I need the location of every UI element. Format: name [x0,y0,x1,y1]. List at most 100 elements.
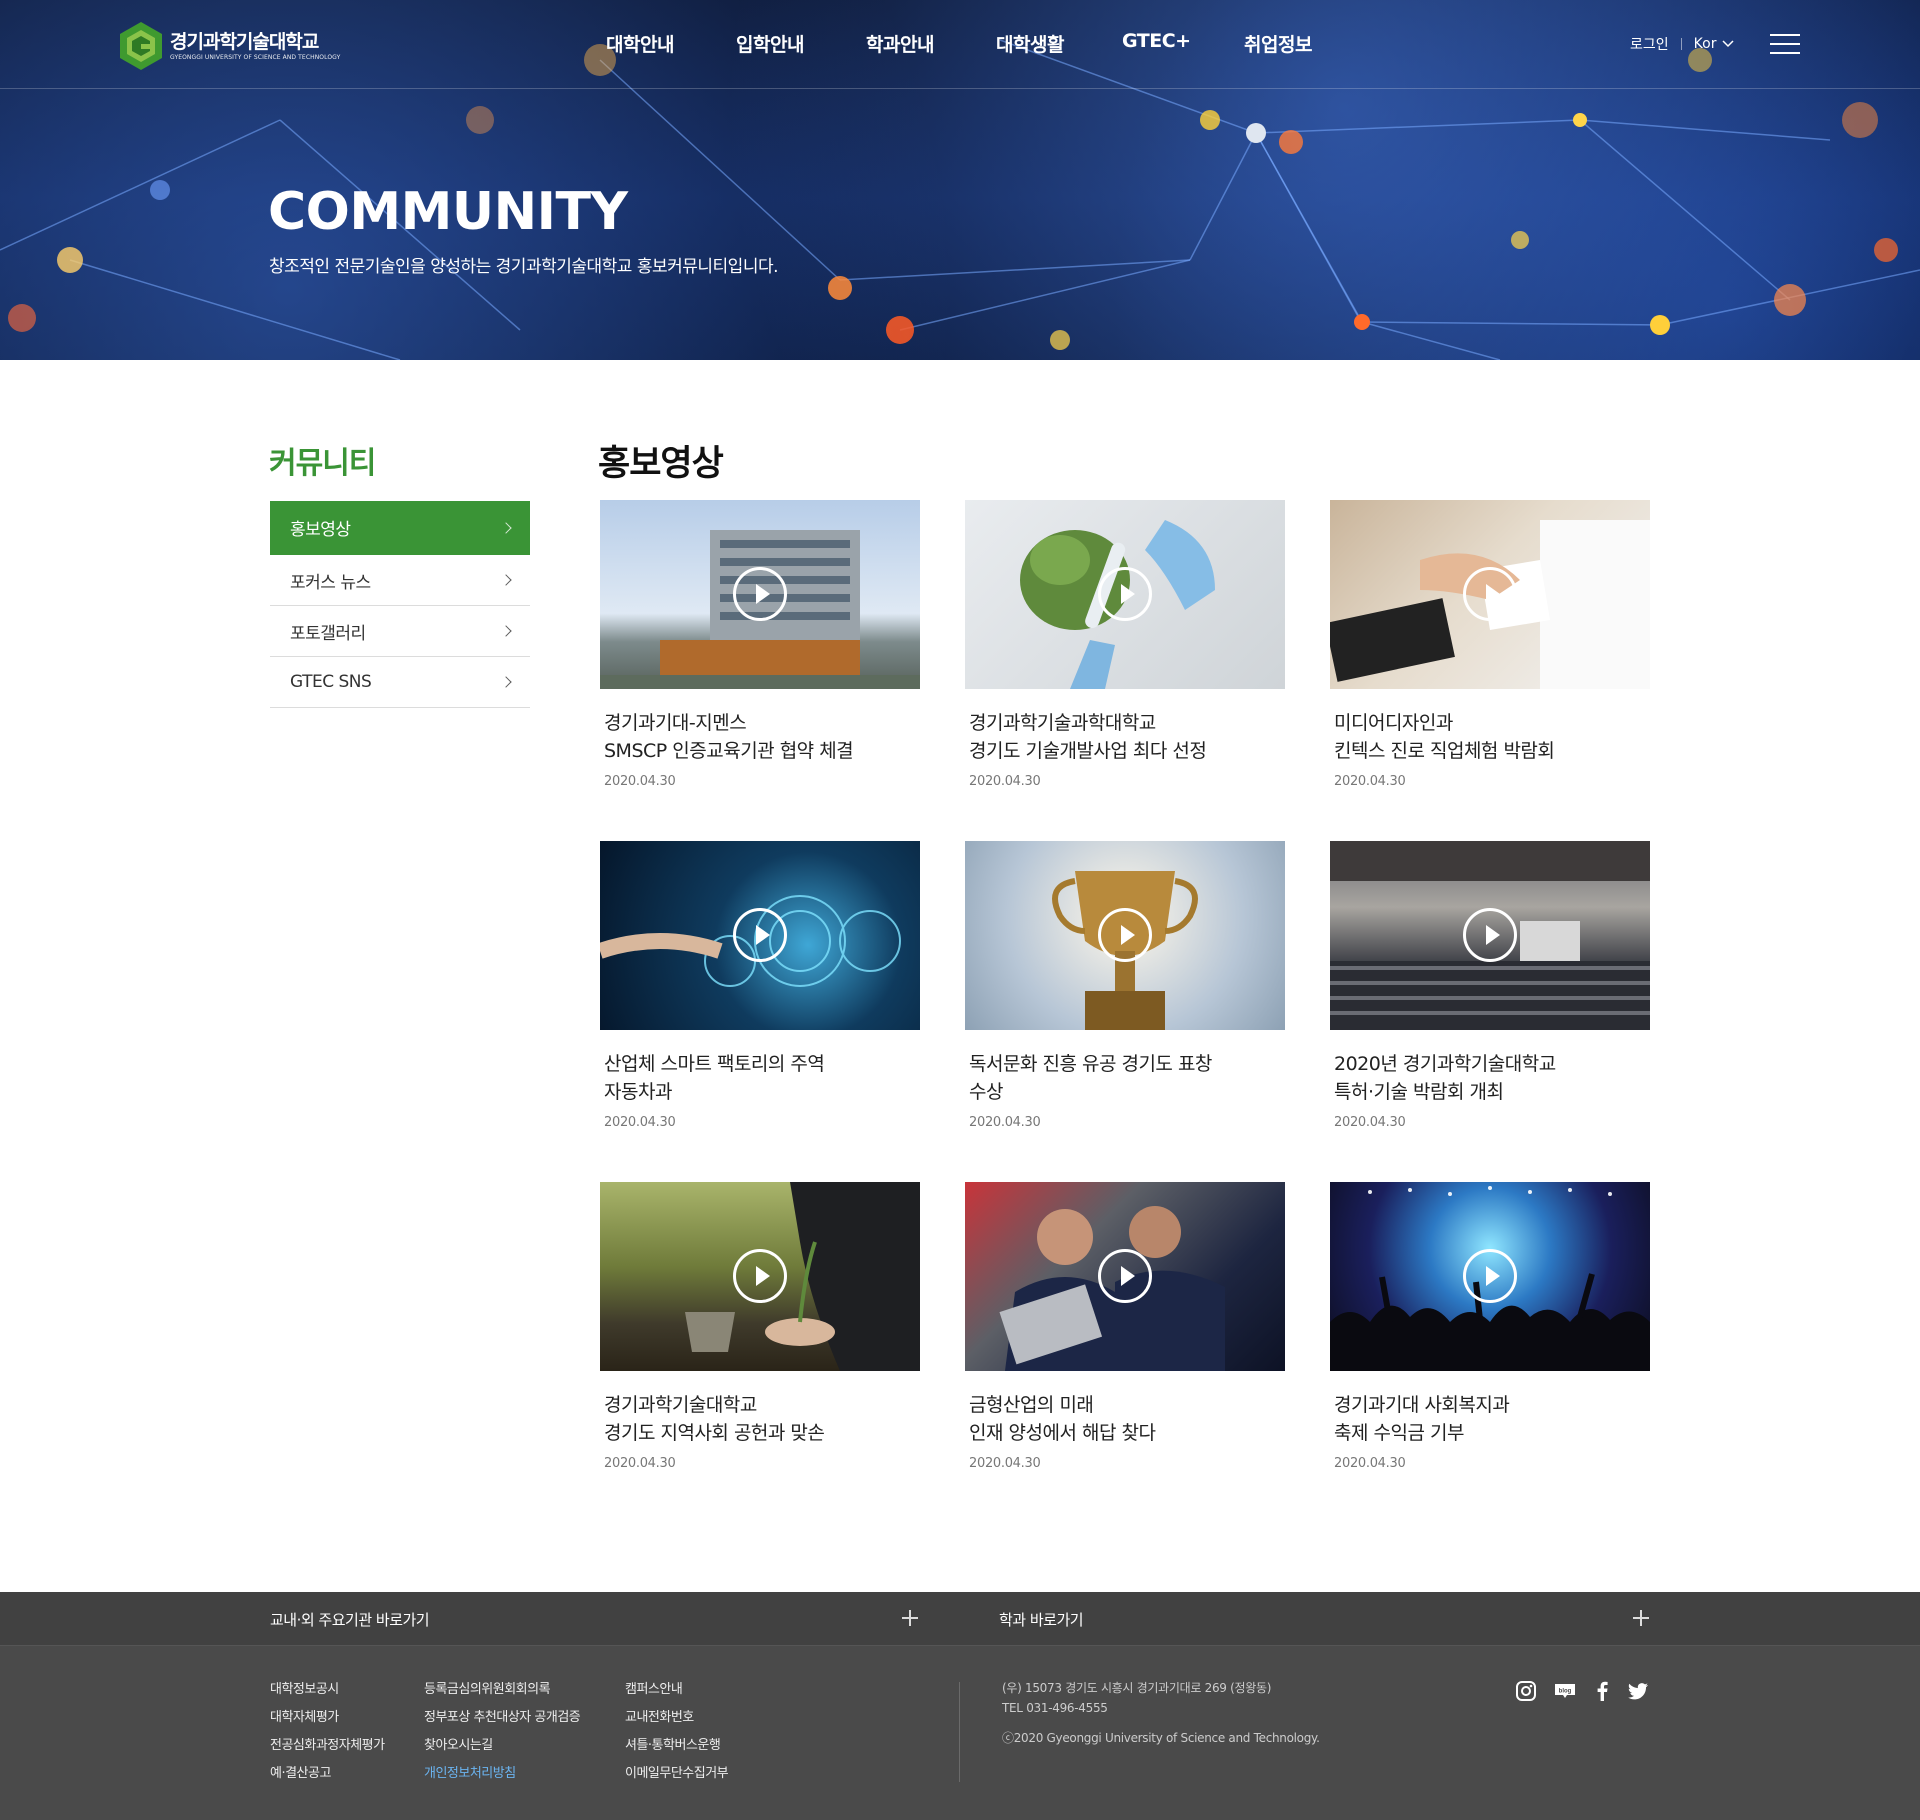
video-title[interactable]: 독서문화 진흥 유공 경기도 표창 수상 [965,1050,1285,1106]
video-date: 2020.04.30 [604,1456,676,1471]
video-date: 2020.04.30 [969,1115,1041,1130]
video-card[interactable]: 금형산업의 미래 인재 양성에서 해답 찾다 2020.04.30 [965,1182,1285,1471]
play-icon[interactable] [1098,1249,1152,1303]
play-icon[interactable] [1463,1249,1517,1303]
twitter-icon[interactable] [1627,1680,1649,1702]
video-title[interactable]: 경기과학기술대학교 경기도 지역사회 공헌과 맞손 [600,1391,920,1447]
video-card[interactable]: 미디어디자인과 킨텍스 진로 직업체험 박람회 2020.04.30 [1330,500,1650,789]
video-date: 2020.04.30 [969,1456,1041,1471]
menu-admissions[interactable]: 입학안내 [736,30,804,57]
video-date: 2020.04.30 [1334,1115,1406,1130]
sidebar-item-label: GTEC SNS [290,672,372,692]
video-card[interactable]: 경기과기대 사회복지과 축제 수익금 기부 2020.04.30 [1330,1182,1650,1471]
footer-link[interactable]: 등록금심의위원회회의록 [424,1676,580,1704]
video-card[interactable]: 경기과학기술과학대학교 경기도 기술개발사업 최다 선정 2020.04.30 [965,500,1285,789]
video-card[interactable]: 경기과기대-지멘스 SMSCP 인증교육기관 협약 체결 2020.04.30 [600,500,920,789]
chevron-down-icon [1722,40,1734,48]
footer-address: (우) 15073 경기도 시흥시 경기과기대로 269 (정왕동) [1002,1681,1272,1695]
sns-links: blog [1515,1680,1649,1702]
video-thumbnail[interactable] [1330,1182,1650,1371]
play-icon[interactable] [733,1249,787,1303]
top-navigation-bar: 경기과학기술대학교 GYEONGGI UNIVERSITY OF SCIENCE… [0,0,1920,89]
play-icon[interactable] [733,567,787,621]
utility-menu: 로그인 Kor [1630,34,1734,54]
logo-subtitle: GYEONGGI UNIVERSITY OF SCIENCE AND TECHN… [170,53,341,61]
footer-link[interactable]: 정부포상 추천대상자 공개검증 [424,1704,581,1732]
footer-link[interactable]: 예·결산공고 [270,1760,385,1788]
video-thumbnail[interactable] [600,1182,920,1371]
page-title: 홍보영상 [598,444,724,484]
footer-link[interactable]: 대학자체평가 [270,1704,385,1732]
login-link[interactable]: 로그인 [1630,34,1669,54]
video-title[interactable]: 미디어디자인과 킨텍스 진로 직업체험 박람회 [1330,709,1650,765]
footer-link[interactable]: 이메일무단수집거부 [625,1760,729,1788]
divider [1680,38,1682,50]
menu-campus-life[interactable]: 대학생활 [996,30,1064,57]
video-title[interactable]: 금형산업의 미래 인재 양성에서 해답 찾다 [965,1391,1285,1447]
video-thumbnail[interactable] [600,500,920,689]
sidebar-item-label: 홍보영상 [290,520,351,540]
chevron-right-icon [500,574,512,586]
footer-link[interactable]: 찾아오시는길 [424,1732,580,1760]
footer-divider [959,1682,960,1782]
department-shortcut-toggle[interactable]: 학과 바로가기 [999,1609,1084,1630]
video-title[interactable]: 경기과기대-지멘스 SMSCP 인증교육기관 협약 체결 [600,709,920,765]
language-selector[interactable]: Kor [1694,36,1735,52]
hero-description: 창조적인 전문기술인을 양성하는 경기과학기술대학교 홍보커뮤니티입니다. [269,257,779,277]
sidebar-nav: 홍보영상 포커스 뉴스 포토갤러리 GTEC SNS [270,501,530,708]
menu-university-info[interactable]: 대학안내 [606,30,674,57]
svg-text:blog: blog [1559,1689,1572,1695]
footer-link[interactable]: 전공심화과정자체평가 [270,1732,385,1760]
video-card[interactable]: 경기과학기술대학교 경기도 지역사회 공헌과 맞손 2020.04.30 [600,1182,920,1471]
video-title[interactable]: 경기과기대 사회복지과 축제 수익금 기부 [1330,1391,1650,1447]
sidebar-item-promo-video[interactable]: 홍보영상 [270,501,530,555]
footer-copyright: ⓒ2020 Gyeonggi University of Science and… [1002,1731,1320,1745]
sidebar-title: 커뮤니티 [269,446,376,481]
footer-tel: TEL 031-496-4555 [1002,1701,1108,1715]
video-thumbnail[interactable] [965,841,1285,1030]
play-icon[interactable] [1098,908,1152,962]
video-thumbnail[interactable] [1330,841,1650,1030]
footer-link[interactable]: 셔틀·통학버스운행 [625,1732,728,1760]
menu-employment[interactable]: 취업정보 [1244,30,1312,57]
chevron-right-icon [500,625,512,637]
video-thumbnail[interactable] [965,500,1285,689]
hero-banner: 경기과학기술대학교 GYEONGGI UNIVERSITY OF SCIENCE… [0,0,1920,360]
university-logo[interactable]: 경기과학기술대학교 GYEONGGI UNIVERSITY OF SCIENCE… [120,22,340,70]
video-date: 2020.04.30 [604,1115,676,1130]
facebook-icon[interactable] [1593,1680,1611,1702]
video-date: 2020.04.30 [604,774,676,789]
video-thumbnail[interactable] [600,841,920,1030]
chevron-right-icon [500,521,512,534]
menu-departments[interactable]: 학과안내 [866,30,934,57]
video-thumbnail[interactable] [965,1182,1285,1371]
play-icon[interactable] [1463,567,1517,621]
video-title[interactable]: 산업체 스마트 팩토리의 주역 자동차과 [600,1050,920,1106]
play-icon[interactable] [733,908,787,962]
footer-link[interactable]: 캠퍼스안내 [625,1676,728,1704]
privacy-policy-link[interactable]: 개인정보처리방침 [424,1760,580,1788]
menu-gtec[interactable]: GTEC+ [1122,30,1191,52]
video-card[interactable]: 산업체 스마트 팩토리의 주역 자동차과 2020.04.30 [600,841,920,1130]
video-card[interactable]: 2020년 경기과학기술대학교 특허·기술 박람회 개최 2020.04.30 [1330,841,1650,1130]
sidebar-item-photo-gallery[interactable]: 포토갤러리 [270,606,530,657]
hamburger-menu-icon[interactable] [1770,34,1800,56]
footer-info: (우) 15073 경기도 시흥시 경기과기대로 269 (정왕동) TEL 0… [1002,1678,1320,1748]
blog-icon[interactable]: blog [1553,1680,1577,1702]
instagram-icon[interactable] [1515,1680,1537,1702]
video-thumbnail[interactable] [1330,500,1650,689]
video-card[interactable]: 독서문화 진흥 유공 경기도 표창 수상 2020.04.30 [965,841,1285,1130]
plus-icon[interactable] [902,1610,918,1626]
footer-links-col1: 대학정보공시 대학자체평가 전공심화과정자체평가 예·결산공고 [270,1676,385,1788]
plus-icon[interactable] [1633,1610,1649,1626]
institution-shortcut-toggle[interactable]: 교내·외 주요기관 바로가기 [270,1609,430,1630]
play-icon[interactable] [1098,567,1152,621]
footer-link[interactable]: 대학정보공시 [270,1676,385,1704]
language-label: Kor [1693,36,1717,52]
video-title[interactable]: 2020년 경기과학기술대학교 특허·기술 박람회 개최 [1330,1050,1650,1106]
video-title[interactable]: 경기과학기술과학대학교 경기도 기술개발사업 최다 선정 [965,709,1285,765]
sidebar-item-gtec-sns[interactable]: GTEC SNS [270,657,530,708]
footer-link[interactable]: 교내전화번호 [625,1704,728,1732]
sidebar-item-focus-news[interactable]: 포커스 뉴스 [270,555,530,606]
play-icon[interactable] [1463,908,1517,962]
